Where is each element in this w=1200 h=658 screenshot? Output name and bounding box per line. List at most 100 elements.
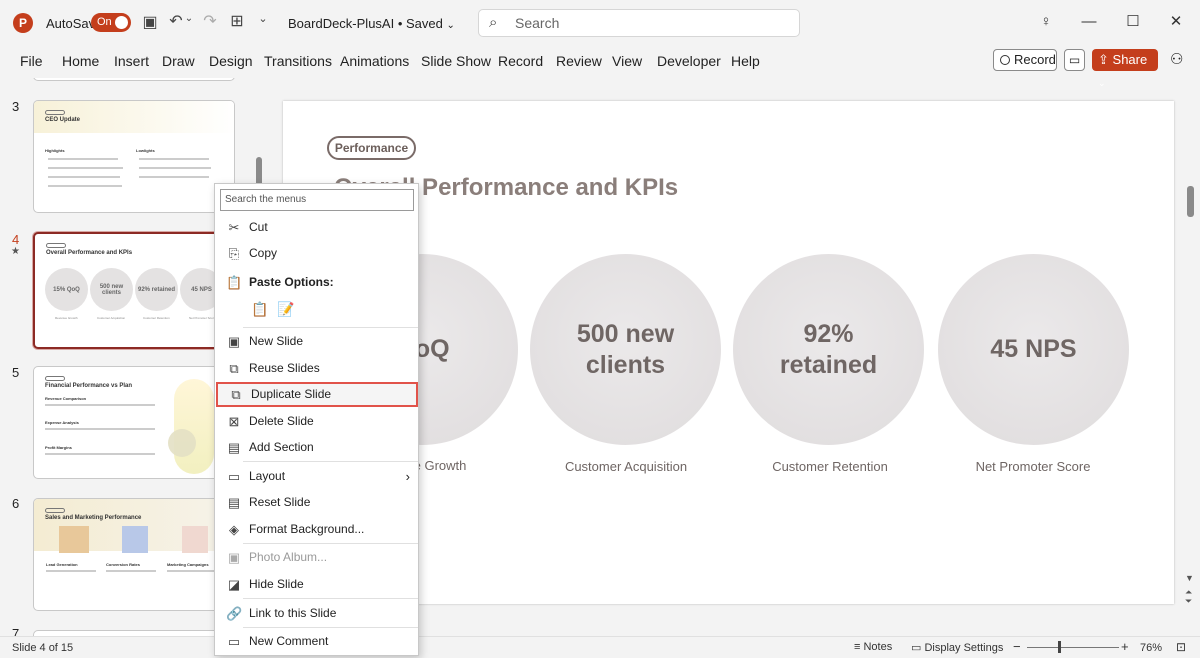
maximize-button[interactable]: ☐ <box>1120 10 1146 34</box>
menu-item-cut[interactable]: ✂ Cut <box>216 215 418 240</box>
save-icon[interactable]: ▣ <box>140 12 160 32</box>
slide-thumbnail-6[interactable]: Sales and Marketing Performance Lead Gen… <box>33 498 235 611</box>
notes-button[interactable]: ≡ Notes <box>854 641 892 653</box>
previous-slide-icon[interactable]: ⏶ ⏷ <box>1185 588 1192 606</box>
reset-slide-icon: ▤ <box>227 495 241 510</box>
paste-picture-icon[interactable]: 📝 <box>277 301 295 321</box>
menu-item-photo-album[interactable]: ▣ Photo Album... <box>216 545 418 570</box>
tab-developer[interactable]: Developer <box>657 53 721 69</box>
tab-draw[interactable]: Draw <box>162 53 195 69</box>
context-menu: Search the menus ✂ Cut ⎘ Copy 📋 Paste Optio… <box>214 183 419 656</box>
thumb-pill <box>45 376 65 381</box>
zoom-level[interactable]: 76% <box>1140 642 1162 654</box>
thumb-section: Expense Analysis <box>45 420 79 425</box>
menu-item-link-to-slide[interactable]: 🔗 Link to this Slide <box>216 601 418 626</box>
zoom-slider[interactable] <box>1027 647 1119 648</box>
share-button[interactable]: ⇪ Share ⌄ <box>1092 49 1158 88</box>
thumb-section: Profit Margins <box>45 445 72 450</box>
record-button[interactable]: Record <box>993 49 1057 71</box>
menu-item-add-section[interactable]: ▤ Add Section <box>216 435 418 460</box>
menu-label: New Slide <box>249 334 304 348</box>
menu-item-format-background[interactable]: ◈ Format Background... <box>216 517 418 542</box>
thumb-title: Sales and Marketing Performance <box>45 515 142 521</box>
menu-label: Add Section <box>249 440 314 454</box>
minimize-button[interactable]: — <box>1076 10 1102 34</box>
menu-item-copy[interactable]: ⎘ Copy <box>216 241 418 266</box>
menu-item-reuse-slides[interactable]: ⧉ Reuse Slides <box>216 356 418 381</box>
thumb-text-line <box>48 158 118 160</box>
thumb-text-line <box>139 158 209 160</box>
display-settings-button[interactable]: ▭ Display Settings <box>911 641 1003 654</box>
tab-animations[interactable]: Animations <box>340 53 409 69</box>
slide-thumbnail-4[interactable]: Overall Performance and KPIs 15% QoQ 500… <box>33 232 235 349</box>
tab-record[interactable]: Record <box>498 53 543 69</box>
tab-insert[interactable]: Insert <box>114 53 149 69</box>
chevron-right-icon: › <box>405 469 410 484</box>
slide-thumbnail-2-partial[interactable] <box>33 78 235 81</box>
fit-slide-icon[interactable]: ⊡ <box>1176 640 1186 654</box>
menu-separator <box>243 327 418 328</box>
kpi-label-3[interactable]: Customer Retention <box>730 459 930 474</box>
undo-dropdown-icon[interactable]: ⌄ <box>183 13 195 24</box>
tab-slide-show[interactable]: Slide Show <box>421 53 491 69</box>
thumb-kpi-label: Net Promoter Score <box>189 316 216 320</box>
notes-icon: ≡ <box>854 641 861 653</box>
lightbulb-icon[interactable]: ♀ <box>1033 10 1059 34</box>
slide-number: 7 <box>12 626 20 636</box>
chevron-down-icon: ⌄ <box>446 20 455 31</box>
kpi-label-4[interactable]: Net Promoter Score <box>933 459 1133 474</box>
menu-item-delete-slide[interactable]: ⊠ Delete Slide <box>216 409 418 434</box>
thumb-kpi-circle: 500 new clients <box>90 268 133 311</box>
autosave-state: On <box>97 16 112 28</box>
zoom-out-icon[interactable]: − <box>1013 639 1021 654</box>
menu-item-new-comment[interactable]: ▭ New Comment <box>216 629 418 654</box>
tab-home[interactable]: Home <box>62 53 99 69</box>
slide-tag[interactable]: Performance <box>327 136 416 160</box>
menu-label: Reset Slide <box>249 495 311 509</box>
scroll-down-icon[interactable]: ▼ <box>1185 573 1194 583</box>
thumb-text-line <box>48 176 120 178</box>
search-input[interactable]: ⌕ Search <box>478 9 800 37</box>
zoom-slider-handle[interactable] <box>1058 641 1061 653</box>
menu-item-hide-slide[interactable]: ◪ Hide Slide <box>216 572 418 597</box>
tab-help[interactable]: Help <box>731 53 760 69</box>
thumb-text-line <box>139 167 211 169</box>
close-button[interactable]: ✕ <box>1163 10 1189 34</box>
tab-design[interactable]: Design <box>209 53 253 69</box>
people-icon[interactable]: ⚇ <box>1170 50 1183 68</box>
slide-thumbnail-5[interactable]: Financial Performance vs Plan Revenue Co… <box>33 366 235 479</box>
present-icon[interactable]: ⊞ <box>227 11 247 31</box>
menu-item-reset-slide[interactable]: ▤ Reset Slide <box>216 490 418 515</box>
kpi-label-2[interactable]: Customer Acquisition <box>526 459 726 474</box>
autosave-toggle[interactable]: On <box>91 13 131 32</box>
toggle-knob <box>115 16 128 29</box>
powerpoint-logo-icon: P <box>13 13 33 33</box>
record-icon <box>1000 55 1010 65</box>
kpi-circle-3[interactable]: 92% retained <box>733 254 924 445</box>
slide-count: Slide 4 of 15 <box>12 642 74 654</box>
tab-file[interactable]: File <box>20 53 43 69</box>
thumb-image <box>122 526 148 553</box>
menu-label: Link to this Slide <box>249 606 337 620</box>
redo-icon[interactable]: ↷ <box>200 11 220 31</box>
tab-view[interactable]: View <box>612 53 642 69</box>
menu-item-duplicate-slide[interactable]: ⧉ Duplicate Slide <box>216 382 418 407</box>
document-title[interactable]: BoardDeck-PlusAI • Saved ⌄ <box>288 16 455 31</box>
zoom-in-icon[interactable]: + <box>1121 639 1129 654</box>
format-background-icon: ◈ <box>229 522 239 537</box>
paste-options-header: 📋 Paste Options: <box>216 270 418 295</box>
slide-thumbnail-3[interactable]: CEO Update Highlights Lowlights <box>33 100 235 213</box>
customize-qat-icon[interactable]: ⌄ <box>253 12 273 25</box>
menu-search-input[interactable]: Search the menus <box>220 189 414 211</box>
menu-item-layout[interactable]: ▭ Layout › <box>216 464 418 489</box>
share-icon: ⇪ <box>1098 52 1109 67</box>
slide-scrollbar[interactable] <box>1187 186 1194 217</box>
paste-keep-formatting-icon[interactable]: 📋 <box>251 301 269 321</box>
comments-button[interactable]: ▭ <box>1064 49 1085 71</box>
menu-item-new-slide[interactable]: ▣ New Slide <box>216 329 418 354</box>
tab-review[interactable]: Review <box>556 53 602 69</box>
kpi-circle-4[interactable]: 45 NPS <box>938 254 1129 445</box>
tab-transitions[interactable]: Transitions <box>264 53 332 69</box>
kpi-circle-2[interactable]: 500 new clients <box>530 254 721 445</box>
new-comment-icon: ▭ <box>227 634 241 649</box>
